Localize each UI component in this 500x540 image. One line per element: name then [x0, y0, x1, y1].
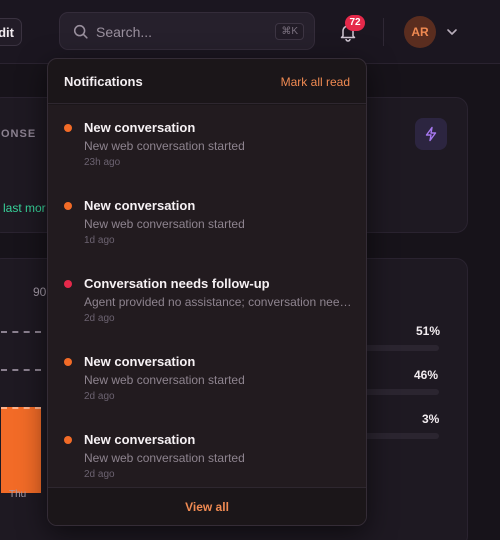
- notification-item[interactable]: New conversation New web conversation st…: [48, 105, 366, 183]
- notification-time: 2d ago: [84, 391, 115, 402]
- percentage-label: 3%: [422, 412, 440, 426]
- notification-body: New web conversation started: [84, 373, 245, 387]
- notification-title: New conversation: [84, 120, 196, 135]
- notifications-header: Notifications Mark all read: [48, 59, 366, 104]
- notification-item[interactable]: New conversation New web conversation st…: [48, 339, 366, 417]
- unread-dot-icon: [64, 436, 72, 444]
- top-bar: dit Search... ⌘K 72 AR: [0, 0, 500, 64]
- notification-title: Conversation needs follow-up: [84, 276, 270, 291]
- notification-item[interactable]: New conversation New web conversation st…: [48, 183, 366, 261]
- chart-bar-edge: [1, 407, 41, 409]
- notification-time: 2d ago: [84, 313, 115, 324]
- unread-dot-icon: [64, 202, 72, 210]
- notification-title: New conversation: [84, 432, 196, 447]
- chart-day-label: Thu: [9, 489, 27, 500]
- search-icon: [73, 24, 88, 39]
- mark-all-read-button[interactable]: Mark all read: [281, 75, 350, 89]
- search-input[interactable]: Search... ⌘K: [59, 12, 315, 50]
- bolt-icon: [425, 126, 437, 142]
- notification-item[interactable]: Conversation needs follow-up Agent provi…: [48, 261, 366, 339]
- notification-title: New conversation: [84, 198, 196, 213]
- unread-dot-icon: [64, 124, 72, 132]
- search-placeholder: Search...: [96, 24, 153, 40]
- chart-gridline: [1, 369, 41, 371]
- chevron-down-icon[interactable]: [445, 25, 459, 39]
- notification-title: New conversation: [84, 354, 196, 369]
- notification-time: 23h ago: [84, 157, 121, 168]
- notification-body: New web conversation started: [84, 217, 245, 231]
- notifications-footer: View all: [48, 487, 366, 525]
- notification-time: 2d ago: [84, 469, 115, 480]
- unread-dot-icon: [64, 358, 72, 366]
- notification-body: New web conversation started: [84, 451, 245, 465]
- alert-dot-icon: [64, 280, 72, 288]
- notifications-dropdown: Notifications Mark all read New conversa…: [47, 58, 367, 526]
- notification-body: Agent provided no assistance; conversati…: [84, 295, 356, 309]
- chart-bar: [1, 407, 41, 493]
- search-shortcut-hint: ⌘K: [275, 23, 304, 40]
- notification-count-badge: 72: [345, 15, 365, 31]
- stats-card-trend: last mor: [3, 201, 46, 215]
- topbar-divider: [383, 18, 384, 46]
- percentage-label: 46%: [414, 368, 439, 382]
- edit-button[interactable]: dit: [0, 18, 22, 46]
- notification-time: 1d ago: [84, 235, 115, 246]
- view-all-link[interactable]: View all: [48, 500, 366, 514]
- chart-gridline: [1, 331, 41, 333]
- bolt-icon-box: [415, 118, 447, 150]
- percentage-label: 51%: [416, 324, 441, 338]
- notifications-list: New conversation New web conversation st…: [48, 105, 366, 495]
- notification-item[interactable]: New conversation New web conversation st…: [48, 417, 366, 495]
- chart-axis-value: 90: [33, 285, 47, 299]
- stats-card-label: ONSE: [1, 128, 37, 140]
- notification-body: New web conversation started: [84, 139, 245, 153]
- notifications-title: Notifications: [64, 74, 143, 89]
- user-avatar[interactable]: AR: [404, 16, 436, 48]
